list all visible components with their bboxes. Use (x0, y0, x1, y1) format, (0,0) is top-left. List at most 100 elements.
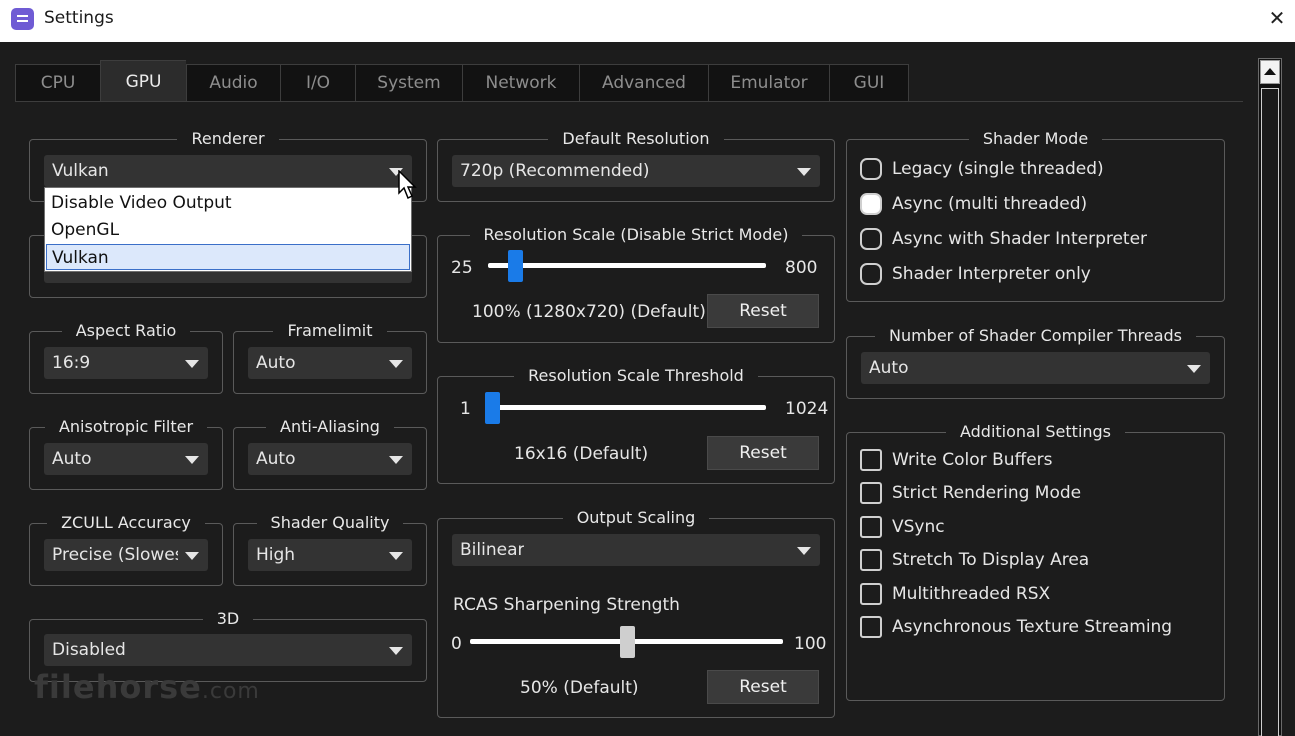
scroll-up-arrow-icon[interactable] (1260, 60, 1280, 84)
renderer-option-disable[interactable]: Disable Video Output (46, 190, 410, 216)
async-texture-streaming-checkbox[interactable]: Asynchronous Texture Streaming (860, 615, 1172, 639)
radio-selected-icon (860, 193, 882, 215)
aspect-ratio-value: 16:9 (52, 353, 91, 373)
renderer-select[interactable]: Vulkan (44, 155, 412, 187)
chevron-down-icon (389, 360, 403, 368)
shader-quality-select[interactable]: High (248, 539, 412, 571)
title-bar: Settings ✕ (0, 0, 1295, 42)
tab-io[interactable]: I/O (280, 64, 355, 102)
shader-mode-interpreter-only-label: Shader Interpreter only (892, 264, 1091, 284)
chevron-down-icon (797, 168, 811, 176)
checkbox-icon (860, 482, 882, 504)
strict-rendering-mode-checkbox[interactable]: Strict Rendering Mode (860, 481, 1081, 505)
rcas-reset-button[interactable]: Reset (707, 670, 819, 704)
renderer-option-vulkan[interactable]: Vulkan (46, 244, 410, 270)
resolution-scale-max: 800 (785, 258, 818, 278)
resolution-scale-handle[interactable] (507, 250, 523, 282)
vertical-scrollbar[interactable] (1258, 58, 1282, 736)
resolution-scale-track[interactable] (488, 263, 766, 268)
resolution-threshold-status: 16x16 (Default) (514, 444, 649, 464)
chevron-down-icon (185, 552, 199, 560)
tab-advanced[interactable]: Advanced (579, 64, 708, 102)
mouse-cursor-icon (398, 170, 417, 200)
anti-aliasing-select[interactable]: Auto (248, 443, 412, 475)
watermark-logo: filehorse.com (34, 668, 260, 706)
tab-divider (15, 101, 1243, 102)
chevron-down-icon (185, 456, 199, 464)
vsync-checkbox[interactable]: VSync (860, 515, 945, 539)
rcas-max: 100 (794, 634, 827, 654)
vsync-label: VSync (892, 517, 945, 537)
shader-quality-value: High (256, 545, 296, 565)
resolution-threshold-max: 1024 (785, 399, 829, 419)
3d-select[interactable]: Disabled (44, 634, 412, 666)
write-color-buffers-checkbox[interactable]: Write Color Buffers (860, 448, 1053, 472)
tab-network[interactable]: Network (462, 64, 579, 102)
rcas-min: 0 (451, 634, 462, 654)
chevron-down-icon (389, 552, 403, 560)
framelimit-select[interactable]: Auto (248, 347, 412, 379)
3d-value: Disabled (52, 640, 126, 660)
shader-threads-value: Auto (869, 358, 909, 378)
resolution-threshold-handle[interactable] (485, 392, 501, 424)
shader-mode-legacy-label: Legacy (single threaded) (892, 159, 1104, 179)
checkbox-icon (860, 583, 882, 605)
radio-icon (860, 263, 882, 285)
renderer-option-opengl[interactable]: OpenGL (46, 217, 410, 243)
resolution-scale-reset-button[interactable]: Reset (707, 294, 819, 328)
tab-audio[interactable]: Audio (186, 64, 280, 102)
anisotropic-filter-value: Auto (52, 449, 92, 469)
checkbox-icon (860, 516, 882, 538)
shader-mode-interpreter-only[interactable]: Shader Interpreter only (860, 262, 1091, 286)
rcas-sharpening-label: RCAS Sharpening Strength (453, 595, 680, 615)
renderer-dropdown-list: Disable Video Output OpenGL Vulkan (44, 187, 412, 272)
anisotropic-filter-select[interactable]: Auto (44, 443, 208, 475)
output-scaling-value: Bilinear (460, 540, 525, 560)
aspect-ratio-select[interactable]: 16:9 (44, 347, 208, 379)
app-icon (11, 8, 34, 30)
tab-system[interactable]: System (355, 64, 462, 102)
tab-bar: CPU GPU Audio I/O System Network Advance… (15, 60, 909, 102)
stretch-display-checkbox[interactable]: Stretch To Display Area (860, 548, 1089, 572)
tab-gpu[interactable]: GPU (100, 60, 186, 102)
async-texture-streaming-label: Asynchronous Texture Streaming (892, 617, 1173, 637)
radio-icon (860, 158, 882, 180)
chevron-down-icon (389, 647, 403, 655)
zcull-accuracy-select[interactable]: Precise (Slowest) (44, 539, 208, 571)
output-scaling-select[interactable]: Bilinear (452, 534, 820, 566)
scrollbar-thumb[interactable] (1261, 88, 1279, 736)
checkbox-icon (860, 616, 882, 638)
window-title: Settings (44, 8, 114, 28)
shader-mode-async-interpreter-label: Async with Shader Interpreter (892, 229, 1148, 249)
resolution-threshold-min: 1 (460, 399, 471, 419)
resolution-scale-min: 25 (451, 258, 473, 278)
framelimit-value: Auto (256, 353, 296, 373)
resolution-threshold-reset-button[interactable]: Reset (707, 436, 819, 470)
checkbox-icon (860, 549, 882, 571)
zcull-accuracy-value: Precise (Slowest) (52, 545, 178, 565)
resolution-threshold-track[interactable] (488, 405, 766, 410)
tab-emulator[interactable]: Emulator (708, 64, 829, 102)
chevron-down-icon (185, 360, 199, 368)
multithreaded-rsx-checkbox[interactable]: Multithreaded RSX (860, 582, 1050, 606)
shader-threads-select[interactable]: Auto (861, 352, 1210, 384)
radio-icon (860, 228, 882, 250)
strict-rendering-mode-label: Strict Rendering Mode (892, 483, 1082, 503)
rcas-handle[interactable] (619, 626, 635, 658)
watermark-suffix: .com (201, 679, 260, 704)
chevron-down-icon (1187, 365, 1201, 373)
shader-mode-async-interpreter[interactable]: Async with Shader Interpreter (860, 227, 1147, 251)
anti-aliasing-value: Auto (256, 449, 296, 469)
close-icon[interactable]: ✕ (1266, 6, 1288, 30)
watermark-text: filehorse (34, 668, 202, 706)
tab-gui[interactable]: GUI (829, 64, 909, 102)
shader-mode-legacy[interactable]: Legacy (single threaded) (860, 157, 1104, 181)
multithreaded-rsx-label: Multithreaded RSX (892, 584, 1051, 604)
chevron-down-icon (389, 456, 403, 464)
shader-mode-async[interactable]: Async (multi threaded) (860, 192, 1087, 216)
tab-cpu[interactable]: CPU (15, 64, 100, 102)
resolution-scale-status: 100% (1280x720) (Default) (472, 302, 706, 322)
chevron-down-icon (797, 547, 811, 555)
default-resolution-select[interactable]: 720p (Recommended) (452, 155, 820, 187)
rcas-status: 50% (Default) (520, 678, 639, 698)
